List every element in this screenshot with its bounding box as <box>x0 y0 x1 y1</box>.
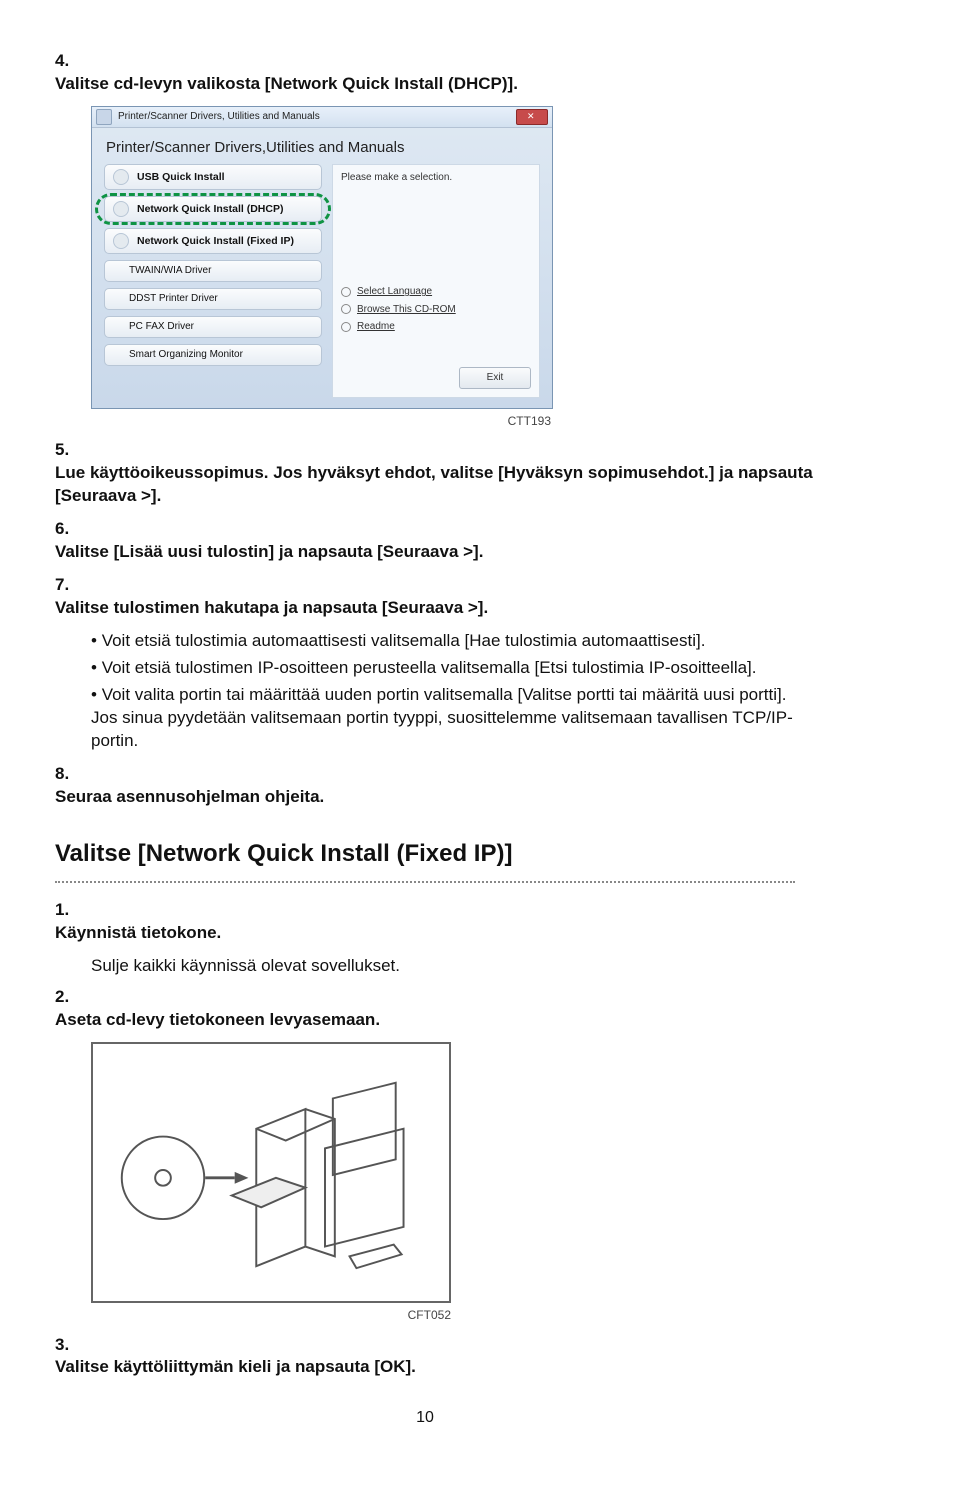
step-number: 8. <box>55 763 79 786</box>
ddst-driver-button[interactable]: DDST Printer Driver <box>104 288 322 310</box>
step-7-bullets: Voit etsiä tulostimia automaattisesti va… <box>91 630 795 753</box>
network-dhcp-button[interactable]: Network Quick Install (DHCP) <box>104 196 322 222</box>
panel-heading: Please make a selection. <box>341 171 531 185</box>
readme-link[interactable]: Readme <box>341 320 531 334</box>
step-5: 5. Lue käyttöoikeussopimus. Jos hyväksyt… <box>55 439 795 508</box>
pcfax-driver-button[interactable]: PC FAX Driver <box>104 316 322 338</box>
radio-icon <box>113 169 129 185</box>
step-text: Aseta cd-levy tietokoneen levyasemaan. <box>55 1009 855 1032</box>
step-4: 4. Valitse cd-levyn valikosta [Network Q… <box>55 50 795 96</box>
app-icon <box>96 109 112 125</box>
close-icon[interactable] <box>516 109 548 125</box>
radio-icon <box>113 233 129 249</box>
dialog-heading: Printer/Scanner Drivers,Utilities and Ma… <box>92 128 552 164</box>
info-panel: Please make a selection. Select Language… <box>332 164 540 398</box>
step-number: 6. <box>55 518 79 541</box>
step-b3: 3. Valitse käyttöliittymän kieli ja naps… <box>55 1334 795 1380</box>
step-number: 4. <box>55 50 79 73</box>
figure-code: CFT052 <box>55 1307 451 1323</box>
twain-driver-button[interactable]: TWAIN/WIA Driver <box>104 260 322 282</box>
window-title: Printer/Scanner Drivers, Utilities and M… <box>118 110 516 124</box>
button-label: PC FAX Driver <box>129 320 194 334</box>
link-label: Browse This CD-ROM <box>357 303 456 317</box>
step-number: 2. <box>55 986 79 1009</box>
bullet-icon <box>341 287 351 297</box>
section-divider <box>55 881 795 883</box>
button-label: DDST Printer Driver <box>129 292 218 306</box>
installer-screenshot: Printer/Scanner Drivers, Utilities and M… <box>91 106 553 409</box>
step-number: 5. <box>55 439 79 462</box>
link-label: Select Language <box>357 285 432 299</box>
bullet-icon <box>341 322 351 332</box>
step-text: Valitse käyttöliittymän kieli ja napsaut… <box>55 1356 855 1379</box>
smart-monitor-button[interactable]: Smart Organizing Monitor <box>104 344 322 366</box>
figure-code: CTT193 <box>55 413 551 429</box>
step-b1: 1. Käynnistä tietokone. <box>55 899 795 945</box>
button-label: Smart Organizing Monitor <box>129 348 243 362</box>
button-label: Network Quick Install (Fixed IP) <box>137 234 294 248</box>
step-text: Käynnistä tietokone. <box>55 922 855 945</box>
exit-button[interactable]: Exit <box>459 367 531 389</box>
bullet-icon <box>341 304 351 314</box>
step-8: 8. Seuraa asennusohjelman ohjeita. <box>55 763 795 809</box>
step-text: Valitse tulostimen hakutapa ja napsauta … <box>55 597 855 620</box>
usb-quick-install-button[interactable]: USB Quick Install <box>104 164 322 190</box>
browse-cdrom-link[interactable]: Browse This CD-ROM <box>341 303 531 317</box>
cd-computer-icon <box>109 1060 433 1286</box>
button-label: Network Quick Install (DHCP) <box>137 202 283 216</box>
step-7: 7. Valitse tulostimen hakutapa ja napsau… <box>55 574 795 620</box>
button-label: Exit <box>487 371 504 385</box>
step-text: Valitse cd-levyn valikosta [Network Quic… <box>55 73 855 96</box>
radio-icon <box>113 201 129 217</box>
bullet-item: Voit etsiä tulostimen IP-osoitteen perus… <box>91 657 795 680</box>
step-number: 7. <box>55 574 79 597</box>
network-fixed-ip-button[interactable]: Network Quick Install (Fixed IP) <box>104 228 322 254</box>
step-6: 6. Valitse [Lisää uusi tulostin] ja naps… <box>55 518 795 564</box>
button-label: TWAIN/WIA Driver <box>129 264 211 278</box>
step-b2: 2. Aseta cd-levy tietokoneen levyasemaan… <box>55 986 795 1032</box>
cd-insert-figure <box>91 1042 451 1304</box>
bullet-item: Voit etsiä tulostimia automaattisesti va… <box>91 630 795 653</box>
step-text: Seuraa asennusohjelman ohjeita. <box>55 786 855 809</box>
step-b1-sub: Sulje kaikki käynnissä olevat sovellukse… <box>91 955 795 978</box>
link-label: Readme <box>357 320 395 334</box>
bullet-item: Voit valita portin tai määrittää uuden p… <box>91 684 795 753</box>
step-text: Lue käyttöoikeussopimus. Jos hyväksyt eh… <box>55 462 855 508</box>
step-text: Valitse [Lisää uusi tulostin] ja napsaut… <box>55 541 855 564</box>
menu-column: USB Quick Install Network Quick Install … <box>104 164 322 398</box>
section-heading: Valitse [Network Quick Install (Fixed IP… <box>55 838 795 870</box>
select-language-link[interactable]: Select Language <box>341 285 531 299</box>
step-number: 1. <box>55 899 79 922</box>
page-number: 10 <box>55 1407 795 1429</box>
window-titlebar: Printer/Scanner Drivers, Utilities and M… <box>92 107 552 128</box>
step-number: 3. <box>55 1334 79 1357</box>
button-label: USB Quick Install <box>137 170 225 184</box>
